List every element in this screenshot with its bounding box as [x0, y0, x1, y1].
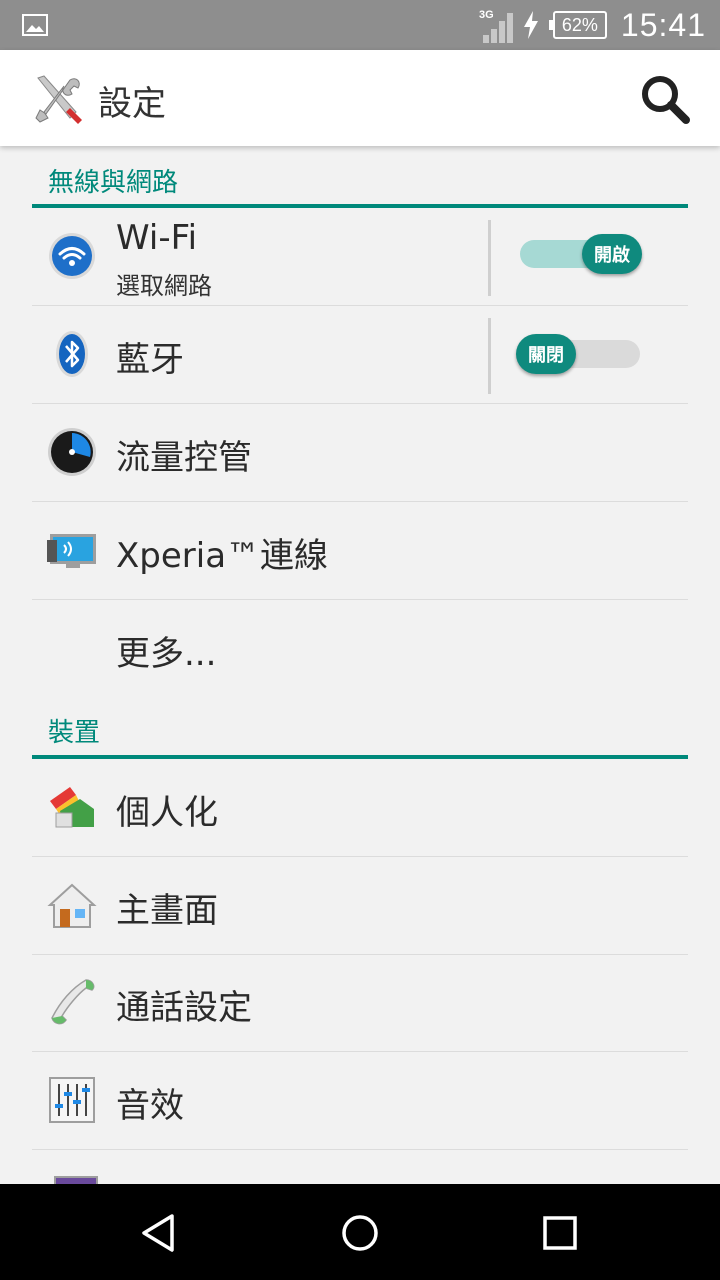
battery-indicator: 62% [548, 11, 607, 39]
section-header-device: 裝置 [48, 718, 101, 748]
vertical-divider [488, 318, 491, 394]
home-screen-title: 主畫面 [116, 891, 218, 931]
bluetooth-toggle-label: 關閉 [516, 334, 576, 374]
settings-item-home-screen[interactable]: 主畫面 [32, 857, 688, 955]
search-icon[interactable] [636, 70, 694, 128]
recents-icon[interactable] [535, 1208, 585, 1258]
sound-title: 音效 [116, 1086, 184, 1126]
wifi-icon [49, 233, 95, 279]
clock: 15:41 [620, 6, 706, 43]
section-header-wireless: 無線與網路 [48, 168, 179, 198]
settings-item-xperia-connect[interactable]: Xperia™連線 [32, 502, 688, 600]
page-title: 設定 [98, 84, 166, 124]
settings-item-more[interactable]: 更多... [32, 600, 688, 697]
display-icon [54, 1176, 98, 1184]
xperia-connect-title: Xperia™連線 [116, 536, 329, 576]
more-title: 更多... [116, 634, 217, 674]
network-type-label: 3G [479, 9, 494, 21]
call-settings-title: 通話設定 [116, 988, 252, 1028]
signal-icon: 3G [479, 9, 513, 43]
charging-bolt-icon [523, 11, 538, 39]
navigation-bar [0, 1184, 720, 1280]
status-bar: 3G 62% 15:41 [0, 0, 720, 50]
personalize-icon [50, 787, 94, 828]
settings-item-personalize[interactable]: 個人化 [32, 759, 688, 857]
settings-list[interactable]: 無線與網路 Wi-Fi 選取網路 開啟 藍牙 關閉 流量控管 Xperia™連線… [0, 146, 720, 1184]
vertical-divider [488, 220, 491, 296]
settings-item-data-usage[interactable]: 流量控管 [32, 404, 688, 502]
sound-equalizer-icon [49, 1077, 95, 1123]
settings-item-sound[interactable]: 音效 [32, 1052, 688, 1150]
settings-item-call[interactable]: 通話設定 [32, 954, 688, 1052]
action-bar: 設定 [0, 50, 720, 146]
home-icon [47, 883, 97, 928]
personalize-title: 個人化 [116, 793, 218, 833]
settings-item-wifi[interactable]: Wi-Fi 選取網路 開啟 [32, 208, 688, 306]
phone-icon [51, 979, 95, 1025]
image-notification-icon [22, 14, 48, 36]
battery-percent: 62% [552, 11, 607, 39]
wifi-title: Wi-Fi [116, 218, 198, 258]
bluetooth-title: 藍牙 [116, 340, 184, 380]
settings-item-bluetooth[interactable]: 藍牙 關閉 [32, 306, 688, 404]
settings-item-partial[interactable] [32, 1150, 688, 1184]
xperia-connect-icon [47, 534, 96, 568]
wifi-toggle[interactable]: 開啟 [520, 234, 642, 274]
data-usage-icon [48, 428, 96, 476]
data-usage-title: 流量控管 [116, 438, 252, 478]
bluetooth-icon [56, 331, 88, 377]
wifi-toggle-label: 開啟 [582, 234, 642, 274]
bluetooth-toggle[interactable]: 關閉 [516, 334, 640, 374]
home-circle-icon[interactable] [335, 1208, 385, 1258]
settings-tools-icon[interactable] [30, 72, 84, 126]
wifi-subtitle: 選取網路 [116, 272, 212, 300]
back-icon[interactable] [134, 1208, 184, 1258]
